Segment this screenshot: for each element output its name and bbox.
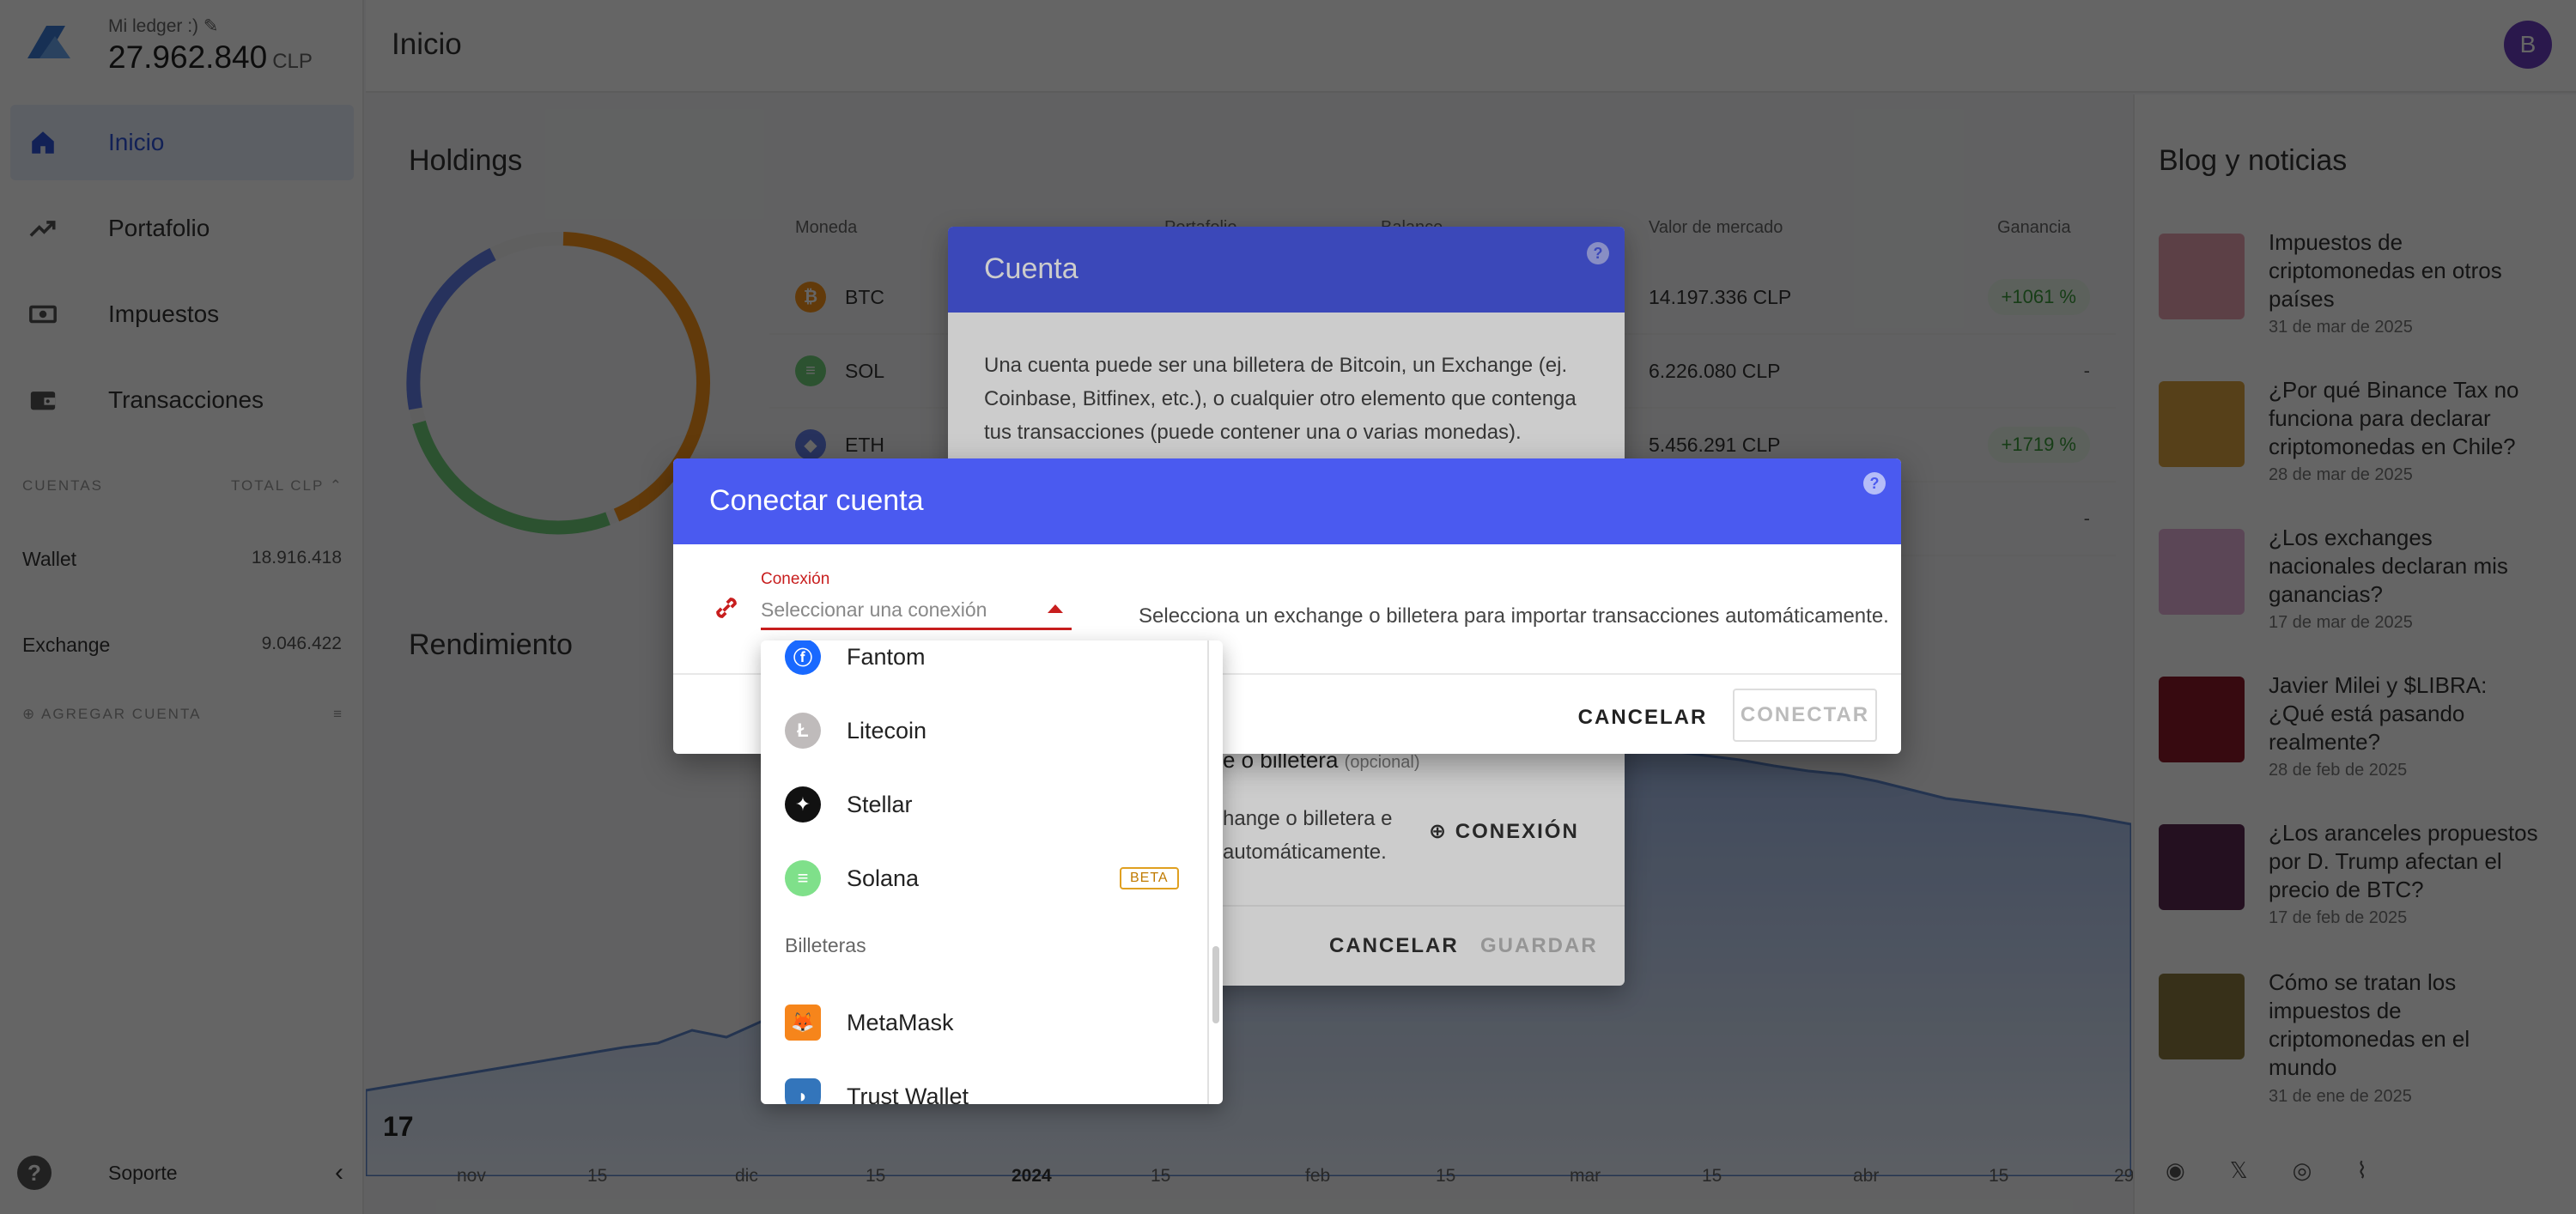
dropdown-option-solana[interactable]: ≡ Solana BETA xyxy=(761,841,1207,915)
connection-select[interactable]: Seleccionar una conexión xyxy=(761,592,1072,630)
help-icon[interactable]: ? xyxy=(1863,472,1886,495)
fantom-icon: ⓕ xyxy=(785,640,821,675)
trust-wallet-icon: ◗ xyxy=(785,1078,821,1104)
connect-button[interactable]: CONECTAR xyxy=(1733,689,1877,742)
app: Mi ledger :) ✎ 27.962.840CLP Inicio Port… xyxy=(0,0,2576,1214)
dropdown-group-label: Billeteras xyxy=(785,934,866,956)
dropdown-option-stellar[interactable]: ✦ Stellar xyxy=(761,768,1207,841)
dropdown-option-litecoin[interactable]: Ł Litecoin xyxy=(761,694,1207,768)
beta-badge: BETA xyxy=(1120,867,1179,889)
link-icon xyxy=(716,598,737,618)
dropdown-scrollbar[interactable] xyxy=(1207,640,1223,1104)
caret-up-icon xyxy=(1048,604,1063,613)
solana-icon: ≡ xyxy=(785,860,821,896)
connection-dropdown: ⓕ Fantom Ł Litecoin ✦ Stellar ≡ Solana B… xyxy=(761,640,1223,1104)
litecoin-icon: Ł xyxy=(785,713,821,749)
stellar-icon: ✦ xyxy=(785,786,821,822)
dialog-title: Conectar cuenta xyxy=(673,458,1901,544)
dropdown-option-fantom[interactable]: ⓕ Fantom xyxy=(761,640,1207,694)
dropdown-option-metamask[interactable]: 🦊 MetaMask xyxy=(761,986,1207,1059)
connection-field-label: Conexión xyxy=(761,570,830,588)
connection-help-text: Selecciona un exchange o billetera para … xyxy=(1139,604,1889,628)
cancel-button[interactable]: CANCELAR xyxy=(1578,692,1706,744)
dropdown-option-trust-wallet[interactable]: ◗ Trust Wallet xyxy=(761,1059,1207,1104)
metamask-icon: 🦊 xyxy=(785,1005,821,1041)
